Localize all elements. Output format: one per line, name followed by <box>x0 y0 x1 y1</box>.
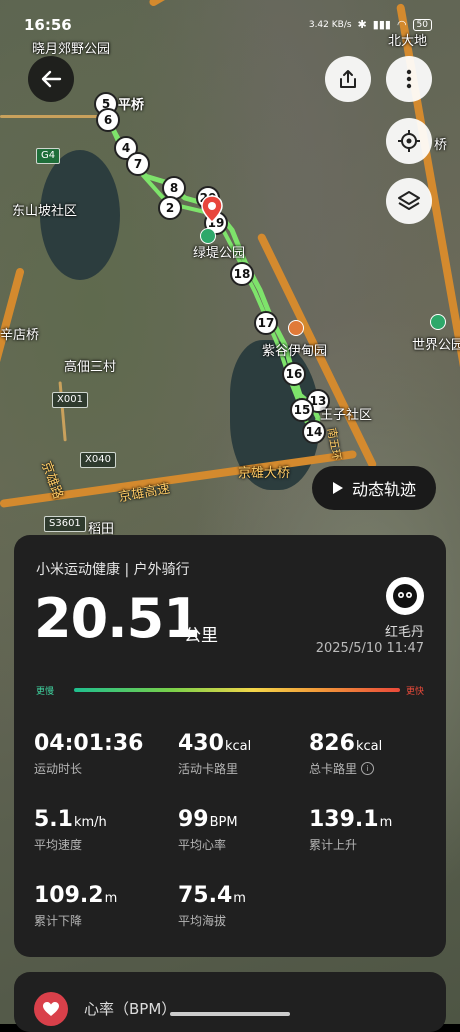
more-icon <box>406 69 412 89</box>
park-pin-icon <box>430 314 446 330</box>
stat-value: 109.2 <box>34 883 104 908</box>
source-label: 小米运动健康 | 户外骑行 <box>36 562 190 578</box>
stat-value: 04:01:36 <box>34 731 144 756</box>
status-icons: 3.42 KB/s ✱ ▮▮▮ ◠ 50 <box>309 18 432 31</box>
heart-icon <box>34 992 68 1026</box>
stat-unit: m <box>104 891 118 906</box>
map-label: 平桥 <box>118 98 145 113</box>
dynamic-track-label: 动态轨迹 <box>351 480 416 499</box>
distance-unit: 公里 <box>184 626 218 646</box>
layers-button[interactable] <box>386 178 432 224</box>
dynamic-track-button[interactable]: 动态轨迹 <box>312 466 436 510</box>
info-icon[interactable]: i <box>361 762 375 775</box>
status-time: 16:56 <box>24 16 72 34</box>
share-icon <box>340 70 356 88</box>
waypoint[interactable]: 15 <box>290 398 314 422</box>
stat-value: 75.4 <box>178 883 233 908</box>
workout-summary-panel: 小米运动健康 | 户外骑行 20.51 公里 红毛丹 2025/5/10 11:… <box>14 535 446 957</box>
share-button[interactable] <box>325 56 371 102</box>
signal-icon: ▮▮▮ <box>372 18 391 31</box>
user-name: 红毛丹 <box>384 625 424 640</box>
fast-label: 更快 <box>406 687 425 697</box>
stat-unit: kcal <box>224 739 252 754</box>
play-icon <box>332 482 343 494</box>
highway-shield: G4 <box>36 148 61 164</box>
map-label: 桥 <box>434 138 448 153</box>
map-label: 紫谷伊甸园 <box>262 344 328 359</box>
stat-value: 826 <box>309 731 355 756</box>
back-button[interactable] <box>28 56 74 102</box>
locate-button[interactable] <box>386 118 432 164</box>
waypoint[interactable]: 7 <box>126 152 150 176</box>
stat-descent: 109.2m 累计下降 <box>34 883 117 929</box>
map-label: 世界公园 <box>412 338 460 353</box>
road-shield: S3601 <box>44 516 86 532</box>
stat-unit: m <box>379 815 393 830</box>
battery-icon: 50 <box>412 18 432 31</box>
waypoint[interactable]: 18 <box>230 262 254 286</box>
map-label: 辛店桥 <box>0 328 40 343</box>
stat-unit: kcal <box>355 739 383 754</box>
wifi-icon: ◠ <box>396 18 407 31</box>
stat-label: 平均海拔 <box>178 914 227 928</box>
stat-ascent: 139.1m 累计上升 <box>309 807 392 853</box>
heart-rate-title: 心率（BPM） <box>84 1000 177 1018</box>
stat-label: 运动时长 <box>34 762 83 776</box>
waypoint[interactable]: 16 <box>282 362 306 386</box>
map-label: 绿堤公园 <box>193 246 246 261</box>
workout-datetime: 2025/5/10 11:47 <box>315 641 424 656</box>
stat-value: 139.1 <box>309 807 379 832</box>
stat-avg-altitude: 75.4m 平均海拔 <box>178 883 246 929</box>
stat-label: 平均心率 <box>178 838 227 852</box>
stat-value: 430 <box>178 731 224 756</box>
waypoint[interactable]: 6 <box>96 108 120 132</box>
stat-avg-heart-rate: 99BPM 平均心率 <box>178 807 238 853</box>
network-speed: 3.42 KB/s <box>308 19 352 30</box>
stat-label: 累计上升 <box>309 838 358 852</box>
stat-total-calories: 826kcal 总卡路里 i <box>309 731 382 777</box>
waypoint[interactable]: 2 <box>158 196 182 220</box>
map-label: 北大地 <box>388 34 428 49</box>
layers-icon <box>398 191 420 210</box>
avatar-icon <box>393 584 417 608</box>
back-arrow-icon <box>41 70 62 88</box>
avatar[interactable] <box>386 577 424 615</box>
bluetooth-icon: ✱ <box>357 18 367 31</box>
heart-rate-panel[interactable]: 心率（BPM） <box>14 972 446 1032</box>
map-label: 晓月郊野公园 <box>32 42 111 57</box>
speed-gradient-bar <box>74 688 400 692</box>
map-label: 东山坡社区 <box>12 204 78 219</box>
stat-label: 活动卡路里 <box>178 762 239 776</box>
stat-label: 累计下降 <box>34 914 83 928</box>
map-label: 京雄大桥 <box>238 466 291 481</box>
stat-unit: m <box>233 891 246 906</box>
more-button[interactable] <box>386 56 432 102</box>
distance-value: 20.51 <box>34 587 201 650</box>
locate-icon <box>398 130 420 152</box>
road-shield: X001 <box>52 392 88 408</box>
stat-label: 平均速度 <box>34 838 83 852</box>
slow-label: 更慢 <box>36 687 55 697</box>
stat-unit: km/h <box>73 815 107 830</box>
stat-value: 5.1 <box>34 807 73 832</box>
stat-duration: 04:01:36 运动时长 <box>34 731 143 777</box>
home-indicator[interactable] <box>170 1012 290 1016</box>
map-label: 王子社区 <box>320 408 373 423</box>
map-label: 高佃三村 <box>64 360 117 375</box>
waypoint[interactable]: 17 <box>254 311 278 335</box>
attraction-pin-icon <box>288 320 304 336</box>
stat-avg-speed: 5.1km/h 平均速度 <box>34 807 107 853</box>
road-shield: X040 <box>80 452 116 468</box>
stat-unit: BPM <box>209 815 238 830</box>
stat-label: 总卡路里 <box>309 762 358 776</box>
stat-value: 99 <box>178 807 209 832</box>
waypoint[interactable]: 14 <box>302 420 326 444</box>
location-pin-icon <box>201 195 223 223</box>
stat-active-calories: 430kcal 活动卡路里 <box>178 731 251 777</box>
